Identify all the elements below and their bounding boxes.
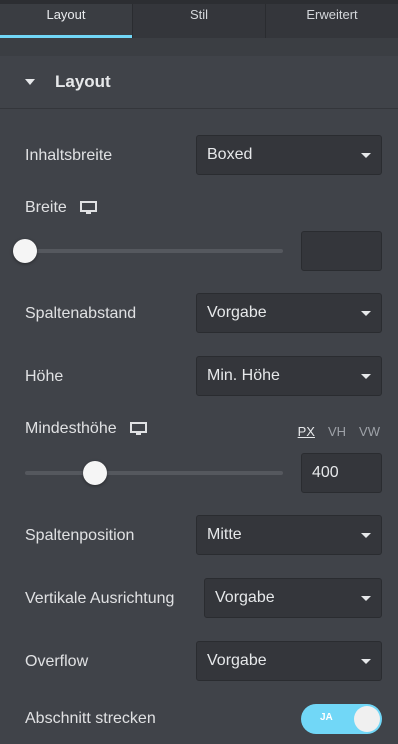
monitor-icon[interactable] [79, 201, 97, 215]
section-header-layout[interactable]: Layout [0, 56, 398, 109]
breite-slider-track[interactable] [25, 249, 283, 253]
unit-vh[interactable]: VH [328, 424, 346, 439]
spaltenposition-label: Spaltenposition [25, 527, 135, 544]
section-title: Layout [55, 72, 111, 91]
hoehe-label: Höhe [25, 368, 64, 385]
chevron-down-icon [361, 153, 371, 158]
inhaltsbreite-label: Inhaltsbreite [25, 147, 113, 164]
overflow-value: Vorgabe [207, 652, 267, 669]
mindesthoehe-slider-handle[interactable] [82, 461, 107, 485]
tab-layout-label: Layout [46, 7, 86, 22]
caret-down-icon [25, 79, 35, 85]
strecken-label: Abschnitt strecken [25, 710, 156, 727]
chevron-down-icon [361, 311, 371, 316]
spaltenabstand-select[interactable]: Vorgabe [196, 293, 382, 333]
vertikale-value: Vorgabe [215, 589, 275, 606]
overflow-select[interactable]: Vorgabe [196, 641, 382, 681]
tab-stil[interactable]: Stil [133, 4, 266, 38]
breite-slider-handle[interactable] [13, 239, 37, 263]
toggle-label: JA [320, 712, 333, 723]
unit-vw[interactable]: VW [359, 424, 380, 439]
spaltenposition-value: Mitte [207, 526, 242, 543]
mindesthoehe-slider-track[interactable] [25, 471, 283, 475]
tab-erweitert[interactable]: Erweitert [266, 4, 398, 38]
toggle-knob [354, 706, 380, 732]
hoehe-select[interactable]: Min. Höhe [196, 356, 382, 396]
inhaltsbreite-select[interactable]: Boxed [196, 135, 382, 175]
vertikale-select[interactable]: Vorgabe [204, 578, 382, 618]
chevron-down-icon [361, 533, 371, 538]
tab-stil-label: Stil [189, 7, 209, 22]
breite-label: Breite [25, 199, 67, 216]
section-gap [0, 38, 398, 56]
unit-switcher: PX VH VW [298, 424, 380, 439]
inhaltsbreite-value: Boxed [207, 146, 253, 163]
monitor-icon[interactable] [129, 422, 147, 436]
mindesthoehe-input[interactable]: 400 [301, 453, 382, 493]
chevron-down-icon [361, 596, 371, 601]
chevron-down-icon [361, 659, 371, 664]
chevron-down-icon [361, 374, 371, 379]
overflow-label: Overflow [25, 653, 89, 670]
unit-px[interactable]: PX [298, 424, 315, 439]
strecken-toggle[interactable]: JA [301, 704, 382, 734]
breite-row: Breite [25, 197, 382, 219]
hoehe-value: Min. Höhe [207, 367, 280, 384]
mindesthoehe-label: Mindesthöhe [25, 420, 117, 437]
spaltenabstand-value: Vorgabe [207, 304, 267, 321]
breite-input[interactable] [301, 231, 382, 271]
tab-erweitert-label: Erweitert [306, 7, 358, 22]
spaltenabstand-label: Spaltenabstand [25, 305, 137, 322]
spaltenposition-select[interactable]: Mitte [196, 515, 382, 555]
vertikale-label: Vertikale Ausrichtung [25, 590, 175, 607]
mindesthoehe-value: 400 [312, 464, 339, 481]
tab-layout[interactable]: Layout [0, 4, 133, 38]
panel-tabs: Layout Stil Erweitert [0, 4, 398, 38]
